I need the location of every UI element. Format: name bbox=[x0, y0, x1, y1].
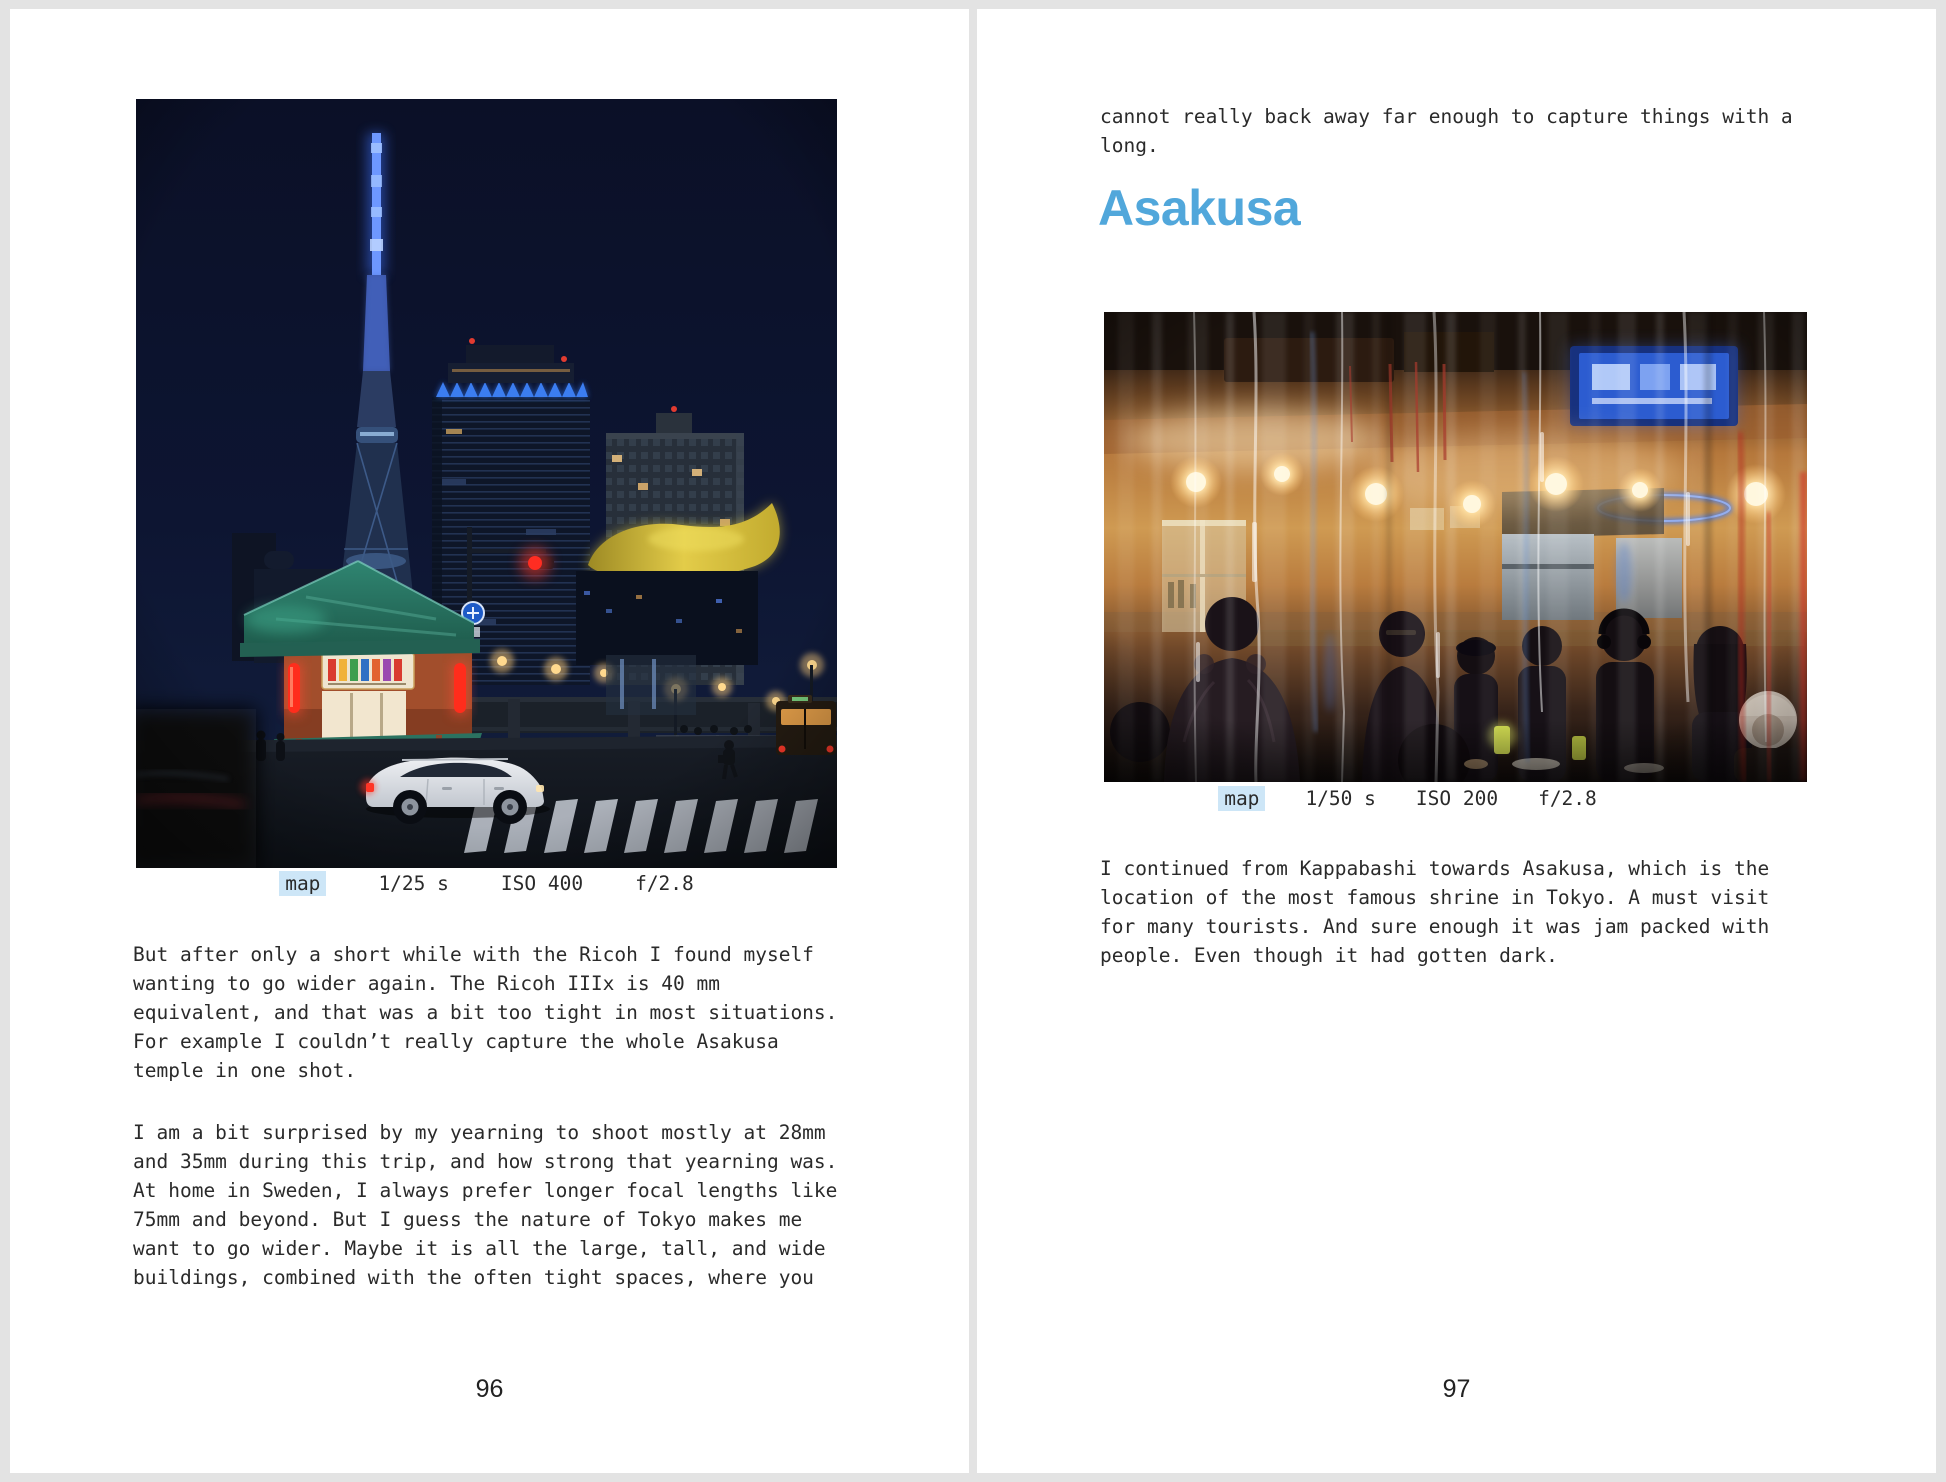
paragraph: But after only a short while with the Ri… bbox=[133, 940, 837, 1085]
caption-aperture: f/2.8 bbox=[1538, 787, 1597, 810]
page-number: 97 bbox=[977, 1375, 1936, 1404]
text-line: equivalent, and that was a bit too tight… bbox=[133, 998, 837, 1027]
body-text: But after only a short while with the Ri… bbox=[133, 940, 837, 1292]
text-line: 75mm and beyond. But I guess the nature … bbox=[133, 1205, 837, 1234]
text-line: cannot really back away far enough to ca… bbox=[1100, 102, 1793, 131]
caption-shutter-speed: 1/25 s bbox=[378, 872, 448, 895]
page-right: cannot really back away far enough to ca… bbox=[977, 9, 1936, 1473]
text-line: buildings, combined with the often tight… bbox=[133, 1263, 837, 1292]
caption-iso: ISO 400 bbox=[501, 872, 583, 895]
photo-caption: map 1/50 s ISO 200 f/2.8 bbox=[1056, 783, 1759, 813]
caption-shutter-speed: 1/50 s bbox=[1305, 787, 1375, 810]
text-line: wanting to go wider again. The Ricoh III… bbox=[133, 969, 837, 998]
photo-izakaya-plastic-curtain bbox=[1104, 312, 1807, 782]
paragraph: I continued from Kappabashi towards Asak… bbox=[1100, 854, 1769, 970]
text-line: temple in one shot. bbox=[133, 1056, 837, 1085]
text-line: for many tourists. And sure enough it wa… bbox=[1100, 912, 1769, 941]
text-line: and 35mm during this trip, and how stron… bbox=[133, 1147, 837, 1176]
text-line: For example I couldn’t really capture th… bbox=[133, 1027, 837, 1056]
book-spread: map 1/25 s ISO 400 f/2.8 But after only … bbox=[0, 0, 1946, 1482]
page-left: map 1/25 s ISO 400 f/2.8 But after only … bbox=[10, 9, 969, 1473]
caption-aperture: f/2.8 bbox=[635, 872, 694, 895]
map-link[interactable]: map bbox=[279, 871, 326, 896]
text-line: people. Even though it had gotten dark. bbox=[1100, 941, 1769, 970]
text-line: long. bbox=[1100, 131, 1793, 160]
section-heading-asakusa: Asakusa bbox=[1098, 183, 1300, 233]
page-number: 96 bbox=[10, 1375, 969, 1404]
photo-izakaya-plastic-curtain-svg bbox=[1104, 312, 1807, 782]
text-line: location of the most famous shrine in To… bbox=[1100, 883, 1769, 912]
photo-tokyo-skytree-night bbox=[136, 99, 837, 868]
text-line: I continued from Kappabashi towards Asak… bbox=[1100, 854, 1769, 883]
caption-iso: ISO 200 bbox=[1416, 787, 1498, 810]
body-text: I continued from Kappabashi towards Asak… bbox=[1100, 854, 1769, 970]
photo-tokyo-skytree-night-svg bbox=[136, 99, 837, 868]
paragraph: I am a bit surprised by my yearning to s… bbox=[133, 1118, 837, 1292]
text-line: But after only a short while with the Ri… bbox=[133, 940, 837, 969]
photo-caption: map 1/25 s ISO 400 f/2.8 bbox=[136, 868, 837, 898]
text-line: At home in Sweden, I always prefer longe… bbox=[133, 1176, 837, 1205]
text-line: I am a bit surprised by my yearning to s… bbox=[133, 1118, 837, 1147]
intro-paragraph: cannot really back away far enough to ca… bbox=[1100, 102, 1793, 160]
text-line: want to go wider. Maybe it is all the la… bbox=[133, 1234, 837, 1263]
map-link[interactable]: map bbox=[1218, 786, 1265, 811]
